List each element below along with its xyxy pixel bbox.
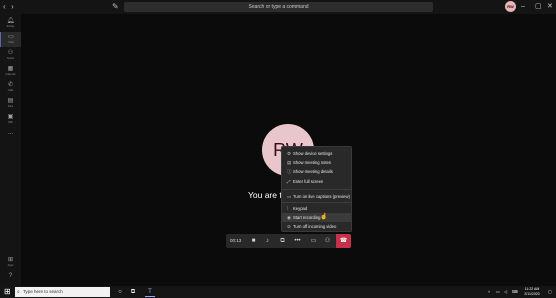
rail-item-label: Chat <box>8 41 14 44</box>
call-timer: 00:13 <box>230 238 242 243</box>
video-camera-icon[interactable]: ■ <box>247 234 260 248</box>
mic-off-icon[interactable]: ♪ <box>261 234 274 248</box>
teams-icon: ⚇ <box>7 50 14 56</box>
more-actions-icon[interactable]: ••• <box>291 234 304 248</box>
windows-start-icon[interactable]: ⊞ <box>4 287 11 297</box>
menu-item-meeting-notes[interactable]: ▤ Show meeting notes <box>282 158 351 167</box>
volume-icon[interactable]: ◁ <box>504 286 507 298</box>
mouse-pointer-icon: ☝ <box>320 214 328 220</box>
share-screen-icon[interactable]: ⧉ <box>276 234 289 248</box>
menu-item-meeting-details[interactable]: ⓘ Show meeting details <box>282 167 351 176</box>
rail-item-label: Files <box>7 105 14 108</box>
taskbar-search-placeholder: Type here to search <box>23 289 63 294</box>
cortana-icon[interactable]: ○ <box>115 287 125 297</box>
rail-item-label: Apps <box>7 264 14 267</box>
menu-divider <box>282 189 351 190</box>
chevron-up-icon[interactable]: ˄ <box>488 286 490 298</box>
file-icon: ▤ <box>7 98 14 104</box>
menu-item-label: Start recording <box>293 215 321 220</box>
more-actions-menu: ⚙ Show device settings ▤ Show meeting note… <box>281 146 352 232</box>
wiki-icon: ▣ <box>7 114 14 120</box>
rail-item-apps[interactable]: ⊞ Apps <box>0 255 21 270</box>
menu-item-label: Keypad <box>293 206 308 211</box>
rail-item-teams[interactable]: ⚇ Teams <box>0 48 21 63</box>
rail-item-label: Activity <box>6 25 15 28</box>
menu-item-incoming-video[interactable]: ⊘ Turn off incoming video <box>282 222 351 231</box>
participants-icon[interactable]: ⚇ <box>321 234 334 248</box>
menu-item-full-screen[interactable]: ⤢ Enter full screen <box>282 177 351 186</box>
phone-icon: ✆ <box>7 82 14 88</box>
rail-item-label: Teams <box>6 57 15 60</box>
search-input[interactable]: Search or type a command <box>124 2 433 12</box>
more-icon: ... <box>7 130 13 136</box>
phone-hangup-icon[interactable]: ☎ <box>336 234 351 248</box>
rail-item-more[interactable]: ... <box>0 128 21 143</box>
menu-item-label: Show device settings <box>293 151 333 156</box>
bell-icon: 🔔︎ <box>6 18 15 24</box>
task-view-icon[interactable]: ⧉ <box>128 287 138 297</box>
rail-item-calendar[interactable]: ▦ Calendar <box>0 64 21 79</box>
clock-date: 2/11/2020 <box>524 292 540 296</box>
menu-item-label: Turn on live captions (preview) <box>293 194 350 199</box>
call-controls-bar: 00:13 ■ ♪ ⧉ ••• ▭ ⚇ ☎ <box>226 234 351 248</box>
menu-item-label: Show meeting details <box>293 169 333 174</box>
apps-icon: ⊞ <box>7 257 14 263</box>
rail-item-calls[interactable]: ✆ Calls <box>0 80 21 95</box>
windows-taskbar: ⊞ ⌕ Type here to search ○ ⧉ T ˄ ▭ ◁ ⌨ 11… <box>0 286 556 298</box>
chevron-right-icon[interactable]: › <box>11 2 14 12</box>
network-icon[interactable]: ▭ <box>496 286 500 298</box>
menu-item-live-captions[interactable]: ▭ Turn on live captions (preview) <box>282 192 351 201</box>
rail-item-files[interactable]: ▤ Files <box>0 96 21 111</box>
maximize-icon[interactable]: ▢ <box>535 1 542 13</box>
minimize-icon[interactable]: – <box>521 1 525 13</box>
taskbar-clock[interactable]: 11:22 AM 2/11/2020 <box>520 287 544 297</box>
compose-icon[interactable]: ✎ <box>112 2 119 12</box>
menu-divider <box>282 202 351 203</box>
rail-item-label: Wiki <box>8 121 13 124</box>
title-bar: ‹ › ✎ Search or type a command RW – ▢ ✕ <box>0 0 556 14</box>
conversation-icon[interactable]: ▭ <box>307 234 320 248</box>
notification-icon[interactable]: ▢ <box>548 286 552 298</box>
keyboard-icon[interactable]: ⌨ <box>512 286 518 298</box>
rail-item-wiki[interactable]: ▣ Wiki <box>0 112 21 127</box>
menu-item-keypad[interactable]: ⁞ Keypad <box>282 204 351 213</box>
chat-icon: ▭ <box>8 34 14 40</box>
menu-item-device-settings[interactable]: ⚙ Show device settings <box>282 149 351 158</box>
menu-item-label: Show meeting notes <box>293 160 331 165</box>
teams-taskbar-icon[interactable]: T <box>145 287 155 297</box>
menu-item-label: Enter full screen <box>293 179 324 184</box>
rail-item-activity[interactable]: 🔔︎ Activity <box>0 16 21 31</box>
rail-item-label: Calendar <box>5 73 16 76</box>
menu-item-label: Turn off incoming video <box>293 224 337 229</box>
menu-item-start-recording[interactable]: ◉ Start recording <box>282 213 351 222</box>
rail-item-chat[interactable]: ▭ Chat <box>0 32 21 47</box>
calendar-icon: ▦ <box>7 66 14 72</box>
rail-item-help[interactable]: ? <box>0 271 21 286</box>
taskbar-search-input[interactable]: ⌕ Type here to search <box>15 287 110 297</box>
help-icon: ? <box>8 273 13 279</box>
search-icon: ⌕ <box>17 289 20 295</box>
avatar[interactable]: RW <box>505 1 516 12</box>
rail-item-label: Calls <box>7 89 14 92</box>
close-icon[interactable]: ✕ <box>547 1 553 13</box>
app-rail: 🔔︎ Activity ▭ Chat ⚇ Teams ▦ Calendar ✆ … <box>0 14 21 286</box>
chevron-left-icon[interactable]: ‹ <box>3 2 6 12</box>
